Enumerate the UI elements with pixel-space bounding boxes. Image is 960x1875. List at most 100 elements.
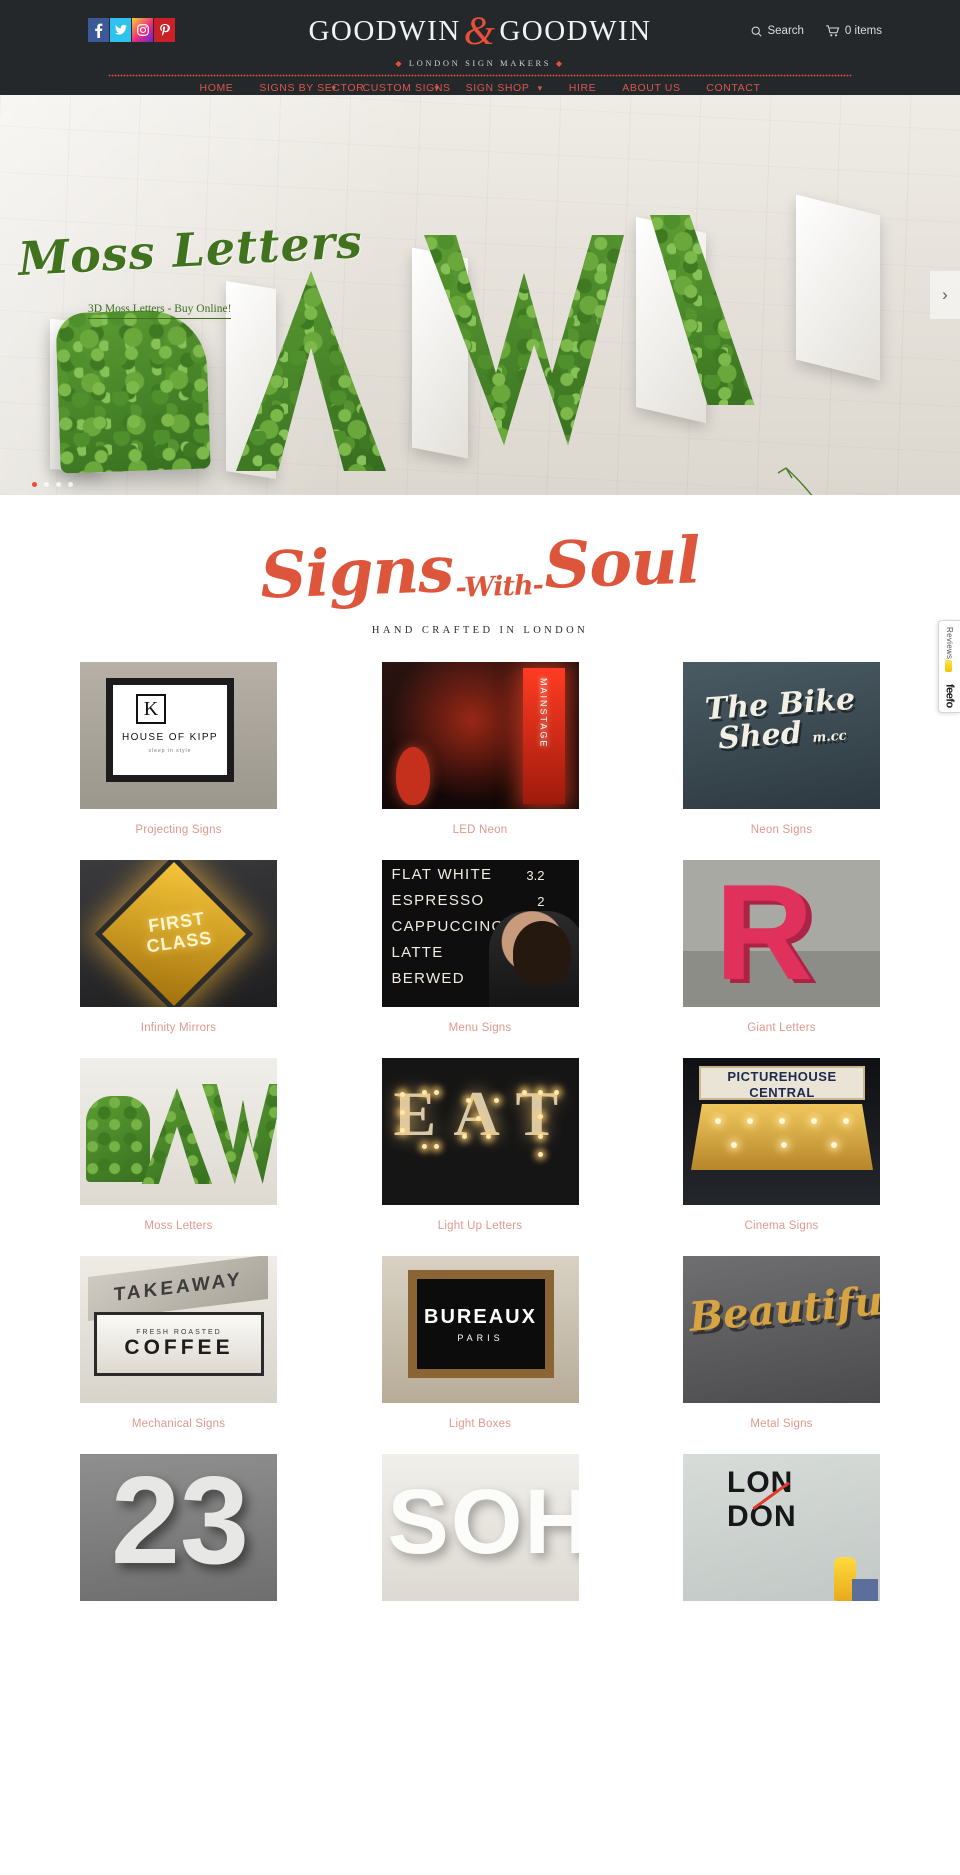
thumb-menu-price: 2 — [537, 894, 545, 909]
category-label: Projecting Signs — [135, 824, 222, 836]
category-label: Neon Signs — [750, 824, 813, 836]
thumb-menu-row: BERWED — [391, 970, 465, 987]
thumb-menu-price: 3.2 — [526, 868, 545, 883]
category-label: Infinity Mirrors — [140, 1022, 217, 1034]
category-card-menu-signs[interactable]: FLAT WHITE ESPRESSO CAPPUCCINO LATTE BER… — [381, 860, 579, 1052]
cart-button[interactable]: 0 items — [826, 25, 882, 37]
category-card-cinema-signs[interactable]: PICTUREHOUSE CENTRAL Cinema Signs — [683, 1058, 880, 1250]
tagline-text: LONDON SIGN MAKERS — [408, 58, 552, 68]
thumb-sign-text: 23 — [111, 1454, 249, 1590]
category-thumbnail: MAINSTAGE — [381, 662, 579, 809]
nav-item-signs-by-sector[interactable]: SIGNS BY SECTOR ▾ — [246, 76, 365, 95]
real-moss-arrow-icon — [772, 460, 832, 495]
nav-item-sign-shop[interactable]: SIGN SHOP ▾ — [453, 76, 556, 95]
category-thumbnail: LON DON — [683, 1454, 880, 1601]
tagline-dot-left: ◆ — [395, 59, 405, 68]
decor-book — [852, 1579, 878, 1601]
nav-label: SIGN SHOP — [465, 82, 530, 94]
thumb-sign-text: BUREAUX — [424, 1305, 537, 1328]
category-card-light-up-letters[interactable]: E A T Light Up Letters — [381, 1058, 579, 1250]
category-card-light-boxes[interactable]: BUREAUX PARIS Light Boxes — [381, 1256, 579, 1448]
hero-background-image — [0, 95, 960, 495]
nav-label: HIRE — [568, 82, 597, 94]
thumb-bulbs — [382, 1058, 579, 1205]
thumb-sign-main: COFFEE — [124, 1335, 234, 1359]
cart-label: 0 items — [844, 25, 882, 37]
category-label: Menu Signs — [448, 1022, 512, 1034]
category-thumbnail: FLAT WHITE ESPRESSO CAPPUCCINO LATTE BER… — [381, 860, 579, 1007]
thumb-menu-row: FLAT WHITE — [391, 866, 493, 883]
thumb-sign-subtext: FRESH ROASTED — [136, 1328, 222, 1336]
hero-next-slide-button[interactable]: › — [930, 271, 960, 319]
brand-tagline: ◆ LONDON SIGN MAKERS ◆ — [0, 58, 960, 68]
category-label: LED Neon — [452, 824, 508, 836]
feefo-spark-icon — [945, 660, 952, 672]
hero-dot-3[interactable] — [56, 482, 61, 487]
category-card-built-up-letters[interactable]: SOHO — [381, 1454, 579, 1634]
intro-subheading: HAND CRAFTED IN LONDON — [371, 625, 589, 636]
category-label: Giant Letters — [747, 1022, 816, 1034]
thumb-sign-line2: DON — [727, 1500, 797, 1533]
nav-label: CONTACT — [706, 82, 761, 94]
nav-item-custom-signs[interactable]: CUSTOM SIGNS ▾ — [350, 76, 453, 95]
nav-item-about-us[interactable]: ABOUT US — [609, 76, 693, 95]
thumb-menu-row: CAPPUCCINO — [391, 918, 505, 935]
category-card-neon-signs[interactable]: The Bike Shed m.cc Neon Signs — [683, 662, 880, 854]
intro-heading-part1: Signs — [258, 531, 455, 614]
category-card-metal-signs[interactable]: Beautiful Metal Signs — [683, 1256, 880, 1448]
category-label: Metal Signs — [750, 1418, 813, 1430]
category-card-led-neon[interactable]: MAINSTAGE LED Neon — [381, 662, 579, 854]
thumb-menu-row: LATTE — [391, 944, 444, 961]
category-thumbnail: R — [683, 860, 880, 1007]
chevron-right-icon: › — [942, 285, 948, 304]
intro-heading-part2: Soul — [542, 523, 702, 604]
thumb-sign-text: The Bike Shed — [703, 681, 857, 757]
hero-slider: Moss Letters 3D Moss Letters - Buy Onlin… — [0, 95, 960, 495]
category-label: Cinema Signs — [744, 1220, 819, 1232]
thumb-menu-row: ESPRESSO — [391, 892, 485, 909]
category-label: Light Up Letters — [437, 1220, 523, 1232]
site-header: GOODWIN& GOODWIN ◆ LONDON SIGN MAKERS ◆ S… — [0, 0, 960, 95]
nav-item-home[interactable]: HOME — [187, 76, 247, 95]
category-card-giant-letters[interactable]: R Giant Letters — [683, 860, 880, 1052]
chevron-down-icon: ▾ — [434, 83, 440, 93]
category-card-mechanical-signs[interactable]: TAKEAWAY FRESH ROASTED COFFEE Mechanical… — [80, 1256, 277, 1448]
site-logo[interactable]: GOODWIN& GOODWIN ◆ LONDON SIGN MAKERS ◆ — [0, 8, 960, 69]
thumb-sign-text: PICTUREHOUSE — [727, 1069, 837, 1084]
intro-heading: Signs-With-Soul — [0, 520, 960, 617]
chevron-down-icon: ▾ — [331, 83, 337, 93]
search-button[interactable]: Search — [751, 25, 804, 37]
category-thumbnail: E A T — [381, 1058, 579, 1205]
main-navigation: HOME SIGNS BY SECTOR ▾ CUSTOM SIGNS ▾ SI… — [0, 76, 960, 95]
hero-dot-2[interactable] — [44, 482, 49, 487]
category-card-projecting-signs[interactable]: K HOUSE OF KIPP sleep in style Projectin… — [80, 662, 277, 854]
category-thumbnail: SOHO — [381, 1454, 579, 1601]
thumb-sign-text: Beautiful — [687, 1275, 880, 1342]
brand-right: GOODWIN — [499, 15, 652, 47]
nav-item-contact[interactable]: CONTACT — [693, 76, 773, 95]
hero-dot-1[interactable] — [32, 482, 37, 487]
category-label: Mechanical Signs — [131, 1418, 226, 1430]
category-thumbnail: K HOUSE OF KIPP sleep in style — [80, 662, 277, 809]
nav-label: ABOUT US — [622, 82, 681, 94]
category-card-moss-letters[interactable]: Moss Letters — [80, 1058, 277, 1250]
category-card-infinity-mirrors[interactable]: FIRST CLASS Infinity Mirrors — [80, 860, 277, 1052]
category-card-house-numbers[interactable]: 23 — [80, 1454, 277, 1634]
feefo-reviews-tab[interactable]: Reviews feefo — [938, 620, 960, 713]
search-label: Search — [767, 25, 804, 37]
nav-label: SIGNS BY SECTOR — [259, 82, 365, 94]
category-thumbnail: TAKEAWAY FRESH ROASTED COFFEE — [80, 1256, 277, 1403]
thumb-sign-text: HOUSE OF KIPP — [122, 732, 218, 743]
nav-item-hire[interactable]: HIRE — [556, 76, 610, 95]
category-label — [683, 1601, 880, 1634]
thumb-sign-subtext: sleep in style — [148, 748, 192, 754]
hero-dot-4[interactable] — [68, 482, 73, 487]
category-label — [382, 1601, 579, 1634]
nav-label: HOME — [199, 82, 234, 94]
category-card-clocks[interactable]: LON DON — [683, 1454, 880, 1634]
category-thumbnail: The Bike Shed m.cc — [683, 662, 880, 809]
brand-ampersand: & — [463, 8, 497, 53]
header-tools: Search 0 items — [751, 25, 882, 37]
thumb-sign-text: SOHO — [387, 1471, 579, 1573]
tagline-dot-right: ◆ — [555, 59, 565, 68]
